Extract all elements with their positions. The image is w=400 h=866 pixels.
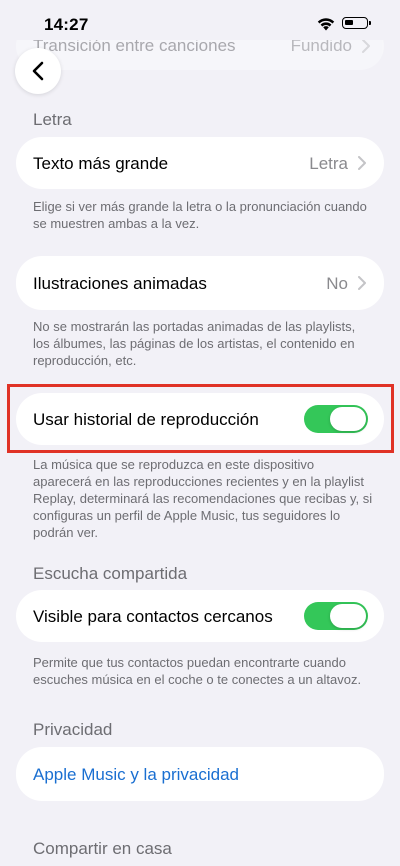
status-bar: 14:27: [0, 0, 400, 40]
chevron-right-icon: [358, 156, 366, 170]
privacy-link[interactable]: Apple Music y la privacidad: [33, 765, 239, 785]
chevron-left-icon: [32, 61, 44, 81]
chevron-right-icon: [362, 39, 370, 53]
nearby-contacts-footnote: Permite que tus contactos puedan encontr…: [33, 655, 362, 687]
chevron-right-icon: [358, 276, 366, 290]
listening-history-footnote: La música que se reproduzca en este disp…: [33, 457, 373, 540]
larger-text-value: Letra: [309, 154, 348, 173]
animated-art-row[interactable]: Ilustraciones animadas No: [16, 256, 384, 310]
animated-art-label: Ilustraciones animadas: [33, 274, 207, 293]
section-header-home-sharing: Compartir en casa: [33, 839, 172, 858]
toggle-knob: [330, 604, 366, 628]
highlight-box: [7, 384, 394, 453]
status-time: 14:27: [44, 15, 89, 34]
back-button[interactable]: [15, 48, 61, 94]
battery-icon: [342, 17, 371, 29]
nearby-contacts-toggle[interactable]: [304, 602, 368, 630]
nearby-contacts-row: Visible para contactos cercanos: [16, 590, 384, 642]
larger-text-label: Texto más grande: [33, 154, 169, 173]
larger-text-row[interactable]: Texto más grande Letra: [16, 137, 384, 189]
animated-art-value: No: [326, 274, 348, 293]
section-header-lyrics: Letra: [33, 110, 72, 129]
animated-art-footnote: No se mostrarán las portadas animadas de…: [33, 319, 356, 368]
section-header-shared-listening: Escucha compartida: [33, 564, 188, 583]
larger-text-footnote: Elige si ver más grande la letra o la pr…: [33, 199, 367, 231]
section-header-privacy: Privacidad: [33, 720, 113, 739]
nearby-contacts-label: Visible para contactos cercanos: [33, 607, 273, 626]
wifi-icon: [317, 18, 335, 31]
privacy-link-row[interactable]: Apple Music y la privacidad: [16, 747, 384, 801]
